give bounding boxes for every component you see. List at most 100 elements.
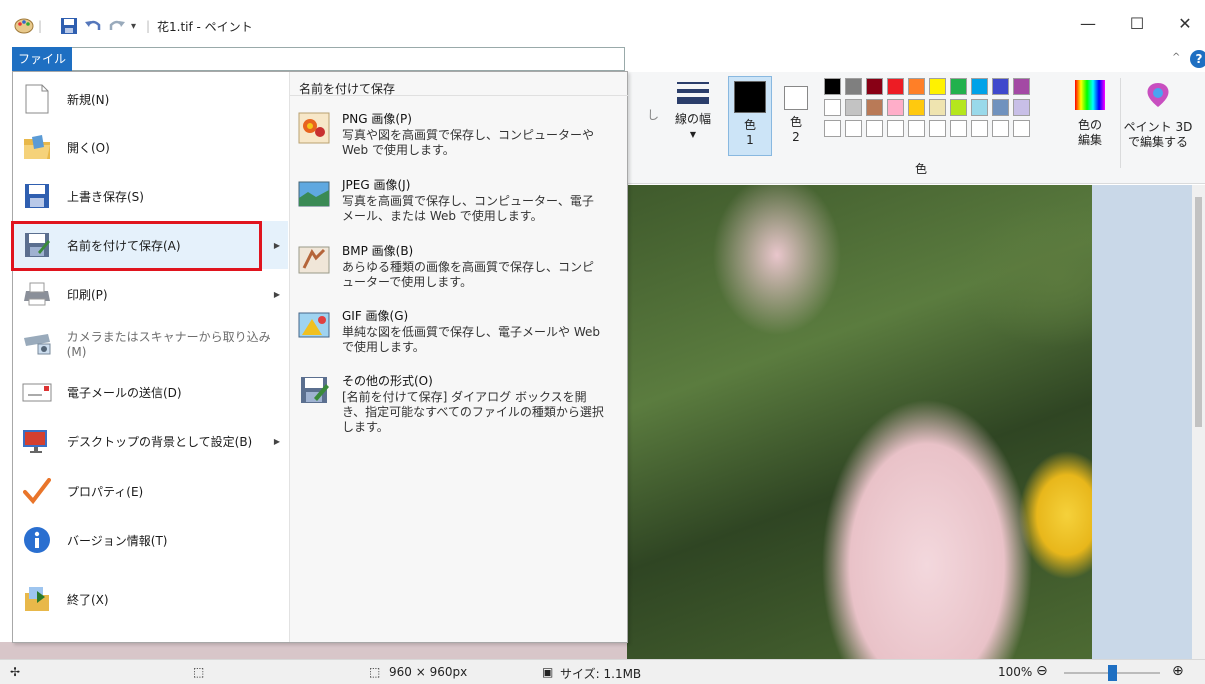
paint3d-label-2: で編集する (1127, 135, 1188, 149)
file-menu-item-label: カメラまたはスキャナーから取り込み(M) (66, 329, 271, 359)
other-format-icon (298, 374, 330, 406)
file-menu-item[interactable]: 終了(X) (13, 575, 288, 623)
collapse-ribbon-icon[interactable]: ^ (1172, 52, 1180, 63)
file-menu-item[interactable]: 新規(N) (13, 75, 288, 123)
line-width-button[interactable]: 線の幅 ▼ (671, 80, 715, 142)
exit-icon (21, 583, 53, 615)
close-button[interactable]: ✕ (1165, 14, 1205, 38)
file-menu-item[interactable]: バージョン情報(T) (13, 516, 288, 564)
color-swatch[interactable] (866, 78, 883, 95)
color-swatch[interactable] (929, 99, 946, 116)
custom-color-swatch[interactable] (845, 120, 862, 137)
custom-color-swatch[interactable] (971, 120, 988, 137)
color-swatch[interactable] (1013, 99, 1030, 116)
custom-color-swatch[interactable] (866, 120, 883, 137)
file-menu-item[interactable]: 上書き保存(S) (13, 172, 288, 220)
file-menu-item[interactable]: 印刷(P) ▶ (13, 270, 288, 318)
color2-number: 2 (792, 130, 800, 144)
save-icon[interactable] (60, 16, 78, 36)
jpeg-image-icon (298, 178, 330, 210)
printer-icon (21, 278, 53, 310)
color-swatch[interactable] (908, 99, 925, 116)
zoom-slider-thumb[interactable] (1108, 665, 1117, 681)
file-menu-item-label: 開く(O) (67, 140, 110, 155)
flower-image (627, 185, 1092, 659)
color-swatch[interactable] (992, 78, 1009, 95)
color-swatch[interactable] (845, 99, 862, 116)
ribbon-tab-row (72, 47, 625, 71)
title-bar: | ▾ | 花1.tif - ペイント — ☐ ✕ (0, 0, 1205, 44)
zoom-in-button[interactable]: ⊕ (1172, 663, 1184, 679)
file-menu-item[interactable]: カメラまたはスキャナーから取り込み(M) (13, 319, 288, 367)
cursor-position-icon: ✢ (10, 665, 21, 679)
desktop-icon (21, 425, 53, 457)
color-swatch[interactable] (971, 78, 988, 95)
save-as-header: 名前を付けて保存 (290, 72, 628, 96)
save-disk-icon (21, 180, 53, 212)
file-menu-item-label: デスクトップの背景として設定(B) (67, 434, 253, 449)
zoom-out-button[interactable]: ⊖ (1036, 663, 1048, 679)
color2-button[interactable]: 色 2 (777, 76, 815, 145)
help-icon[interactable]: ? (1190, 50, 1205, 68)
custom-color-swatch[interactable] (908, 120, 925, 137)
custom-color-swatch[interactable] (992, 120, 1009, 137)
color-swatch[interactable] (971, 99, 988, 116)
minimize-button[interactable]: — (1068, 14, 1108, 38)
file-menu-item-label: 印刷(P) (67, 287, 108, 302)
custom-color-swatch[interactable] (887, 120, 904, 137)
info-icon (21, 524, 53, 556)
color-swatch[interactable] (908, 78, 925, 95)
file-size: サイズ: 1.1MB (560, 667, 642, 681)
color-swatch[interactable] (929, 78, 946, 95)
color-swatch[interactable] (887, 99, 904, 116)
line-width-label: 線の幅 (674, 112, 711, 126)
file-menu-item[interactable]: デスクトップの背景として設定(B) ▶ (13, 417, 288, 465)
save-as-item[interactable]: PNG 画像(P) 写真や図を高画質で保存し、コンピューターや Web で使用しま… (290, 108, 628, 174)
custom-color-swatch[interactable] (929, 120, 946, 137)
save-as-item-title: GIF 画像(G) (342, 309, 409, 323)
customize-toolbar-icon[interactable]: ▾ (131, 16, 136, 36)
file-menu-item[interactable]: 開く(O) (13, 123, 288, 171)
color-spectrum-icon (1075, 80, 1105, 110)
color1-button[interactable]: 色 1 (728, 76, 772, 156)
scrollbar-thumb[interactable] (1195, 197, 1202, 427)
zoom-level: 100% (998, 665, 1033, 679)
color-swatch[interactable] (845, 78, 862, 95)
save-as-item[interactable]: その他の形式(O) [名前を付けて保存] ダイアログ ボックスを開き、指定可能なす… (290, 370, 628, 436)
scanner-icon (21, 327, 53, 359)
custom-color-swatch[interactable] (824, 120, 841, 137)
color-swatch[interactable] (950, 99, 967, 116)
custom-color-swatch[interactable] (1013, 120, 1030, 137)
color-swatch[interactable] (866, 99, 883, 116)
zoom-slider[interactable] (1064, 665, 1160, 681)
save-as-item[interactable]: JPEG 画像(J) 写真を高画質で保存し、コンピューター、電子メール、または W… (290, 174, 628, 240)
color-swatch[interactable] (824, 99, 841, 116)
color2-label: 色 (789, 115, 802, 129)
file-tab[interactable]: ファイル (12, 47, 72, 71)
color-swatch[interactable] (992, 99, 1009, 116)
paint3d-button[interactable]: ペイント 3D で編集する (1123, 80, 1193, 150)
canvas-area[interactable] (627, 185, 1192, 659)
image-dimensions-icon: ⬚ (369, 665, 381, 679)
file-menu-item-label: バージョン情報(T) (67, 533, 168, 548)
file-menu-list: 新規(N) 開く(O) 上書き保存(S) 名前を付けて保存(A) ▶ 印刷(P) ▶ カメラま… (13, 72, 288, 642)
vertical-scrollbar[interactable] (1192, 185, 1205, 659)
color-swatch[interactable] (824, 78, 841, 95)
custom-color-swatch[interactable] (950, 120, 967, 137)
paint-app-icon[interactable] (14, 16, 34, 36)
color-swatch[interactable] (950, 78, 967, 95)
color-swatch[interactable] (1013, 78, 1030, 95)
edit-colors-button[interactable]: 色の 編集 (1073, 80, 1107, 148)
color1-label: 色 (743, 118, 756, 132)
edit-colors-label-2: 編集 (1077, 133, 1102, 147)
maximize-button[interactable]: ☐ (1117, 14, 1157, 38)
undo-icon[interactable] (84, 16, 102, 36)
redo-icon[interactable] (108, 16, 126, 36)
save-as-item[interactable]: BMP 画像(B) あらゆる種類の画像を高画質で保存し、コンピューターで使用します… (290, 240, 628, 306)
submenu-arrow-icon: ▶ (273, 240, 280, 250)
color-swatch[interactable] (887, 78, 904, 95)
file-menu-item[interactable]: プロパティ(E) (13, 467, 288, 515)
file-menu-item[interactable]: 電子メールの送信(D) (13, 368, 288, 416)
save-as-item[interactable]: GIF 画像(G) 単純な図を低画質で保存し、電子メールや Web で使用します。 (290, 305, 628, 371)
separator: | (38, 19, 43, 33)
